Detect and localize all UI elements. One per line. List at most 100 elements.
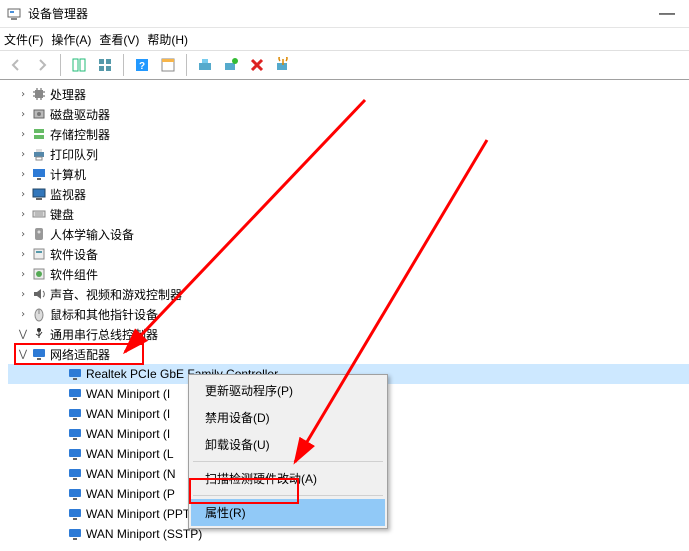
category-icon	[30, 166, 48, 182]
tree-node[interactable]: › 软件组件	[8, 264, 689, 284]
tree-node-label: 键盘	[48, 206, 76, 223]
properties-button[interactable]	[156, 53, 180, 77]
expand-icon[interactable]: ›	[16, 309, 30, 320]
tree-node-label: 人体学输入设备	[48, 226, 136, 243]
tree-node-label: WAN Miniport (PPTP)	[84, 507, 204, 521]
category-icon	[30, 226, 48, 242]
expand-icon[interactable]: ›	[16, 89, 30, 100]
network-adapter-icon	[66, 426, 84, 442]
category-icon	[30, 86, 48, 102]
category-icon	[30, 126, 48, 142]
expand-icon[interactable]: ›	[16, 249, 30, 260]
tree-node[interactable]: › 存储控制器	[8, 124, 689, 144]
context-menu-separator	[193, 461, 383, 462]
uninstall-button[interactable]	[245, 53, 269, 77]
tree-node-label: WAN Miniport (L	[84, 447, 176, 461]
scan-hardware-button[interactable]	[219, 53, 243, 77]
expand-icon[interactable]: ›	[16, 229, 30, 240]
tree-node[interactable]: › 处理器	[8, 84, 689, 104]
network-icon	[30, 346, 48, 362]
network-adapter-icon	[66, 386, 84, 402]
menu-file[interactable]: 文件(F)	[4, 31, 43, 48]
tree-node[interactable]: › 人体学输入设备	[8, 224, 689, 244]
menu-view[interactable]: 查看(V)	[99, 31, 139, 48]
tree-node[interactable]: ›鼠标和其他指针设备	[8, 304, 689, 324]
expand-icon[interactable]: ›	[16, 269, 30, 280]
tree-node[interactable]: › 软件设备	[8, 244, 689, 264]
tree-node[interactable]: › 打印队列	[8, 144, 689, 164]
tree-node-label: 磁盘驱动器	[48, 106, 112, 123]
tree-node[interactable]: › 磁盘驱动器	[8, 104, 689, 124]
tree-node-label: WAN Miniport (P	[84, 487, 177, 501]
tree-node-label: 通用串行总线控制器	[48, 326, 160, 343]
expand-icon[interactable]: ⋁	[16, 329, 30, 340]
context-menu: 更新驱动程序(P)禁用设备(D)卸载设备(U) 扫描检测硬件改动(A) 属性(R)	[188, 374, 388, 529]
tree-node-label: 网络适配器	[48, 346, 112, 363]
tree-node-label: 软件设备	[48, 246, 100, 263]
tree-node-label: WAN Miniport (I	[84, 407, 172, 421]
category-icon	[30, 106, 48, 122]
category-icon	[30, 206, 48, 222]
toolbar: ?	[0, 50, 689, 80]
context-menu-item[interactable]: 属性(R)	[191, 499, 385, 526]
menu-action[interactable]: 操作(A)	[51, 31, 91, 48]
tree-node-label: 处理器	[48, 86, 88, 103]
collapse-icon[interactable]: ⋁	[16, 349, 30, 360]
menu-help[interactable]: 帮助(H)	[147, 31, 188, 48]
category-icon	[30, 306, 48, 322]
tree-node[interactable]: › 键盘	[8, 204, 689, 224]
context-menu-item[interactable]: 禁用设备(D)	[191, 404, 385, 431]
tree-node-label: WAN Miniport (I	[84, 387, 172, 401]
context-menu-item[interactable]: 扫描检测硬件改动(A)	[191, 465, 385, 492]
network-adapter-icon	[66, 446, 84, 462]
category-icon	[30, 286, 48, 302]
disable-button[interactable]	[271, 53, 295, 77]
category-icon	[30, 186, 48, 202]
update-driver-button[interactable]	[193, 53, 217, 77]
expand-icon[interactable]: ›	[16, 109, 30, 120]
tree-node-label: WAN Miniport (SSTP)	[84, 527, 204, 541]
network-adapter-icon	[66, 406, 84, 422]
expand-icon[interactable]: ›	[16, 149, 30, 160]
tree-node-label: 打印队列	[48, 146, 100, 163]
network-adapter-icon	[66, 526, 84, 542]
tree-node[interactable]: › 监视器	[8, 184, 689, 204]
tree-node-label: 计算机	[48, 166, 88, 183]
expand-icon[interactable]: ›	[16, 189, 30, 200]
expand-icon[interactable]: ›	[16, 209, 30, 220]
network-adapter-icon	[66, 366, 84, 382]
window-titlebar: 设备管理器 —	[0, 0, 689, 28]
grid-view-button[interactable]	[93, 53, 117, 77]
category-icon	[30, 146, 48, 162]
window-title: 设备管理器	[28, 5, 88, 22]
tree-node[interactable]: › 声音、视频和游戏控制器	[8, 284, 689, 304]
tree-node[interactable]: ⋁ 通用串行总线控制器	[8, 324, 689, 344]
network-adapter-icon	[66, 486, 84, 502]
expand-icon[interactable]: ›	[16, 129, 30, 140]
tree-node-label: 存储控制器	[48, 126, 112, 143]
expand-icon[interactable]: ›	[16, 169, 30, 180]
context-menu-item[interactable]: 更新驱动程序(P)	[191, 377, 385, 404]
category-icon	[30, 326, 48, 342]
context-menu-item[interactable]: 卸载设备(U)	[191, 431, 385, 458]
category-icon	[30, 266, 48, 282]
tree-node-label: 监视器	[48, 186, 88, 203]
network-adapter-icon	[66, 466, 84, 482]
context-menu-separator	[193, 495, 383, 496]
tree-node[interactable]: › 计算机	[8, 164, 689, 184]
svg-text:?: ?	[139, 61, 145, 72]
network-adapter-icon	[66, 506, 84, 522]
tree-node-network-adapters[interactable]: ⋁ 网络适配器	[8, 344, 689, 364]
back-button	[4, 53, 28, 77]
tree-node-label: 声音、视频和游戏控制器	[48, 286, 184, 303]
tree-node-label: 软件组件	[48, 266, 100, 283]
forward-button	[30, 53, 54, 77]
menu-bar: 文件(F) 操作(A) 查看(V) 帮助(H)	[0, 28, 689, 50]
tree-node-label: WAN Miniport (N	[84, 467, 178, 481]
show-hide-console-tree-button[interactable]	[67, 53, 91, 77]
window-icon	[6, 6, 22, 22]
category-icon	[30, 246, 48, 262]
expand-icon[interactable]: ›	[16, 289, 30, 300]
help-button[interactable]: ?	[130, 53, 154, 77]
minimize-button[interactable]: —	[651, 5, 683, 23]
